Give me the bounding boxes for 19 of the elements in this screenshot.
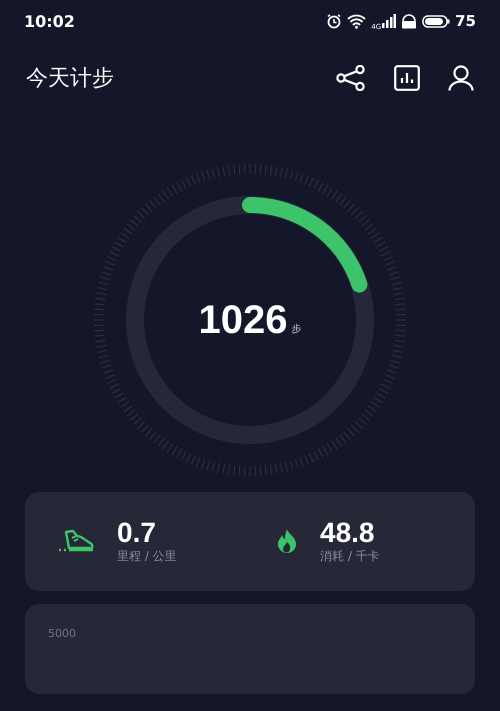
battery-icon <box>422 14 450 28</box>
stat-value: 48.8 <box>320 518 376 548</box>
stat-label: 里程 / 公里 <box>117 548 177 566</box>
alarm-icon <box>326 13 342 29</box>
stat-value: 0.7 <box>117 518 157 548</box>
status-time: 10:02 <box>24 12 75 30</box>
share-icon[interactable] <box>336 65 366 91</box>
battery-level: 75 <box>455 12 476 30</box>
axis-label: 5000 <box>48 627 76 640</box>
user-icon[interactable] <box>448 65 474 91</box>
step-count: 1026 <box>198 298 288 342</box>
step-unit: 步 <box>291 322 302 336</box>
signal-icon <box>382 14 396 28</box>
stat-label: 消耗 / 千卡 <box>320 548 380 566</box>
flame-icon <box>276 529 298 554</box>
chart-icon[interactable] <box>394 65 420 91</box>
shoe-icon <box>59 529 95 554</box>
wifi-icon <box>347 14 366 28</box>
page-title: 今天计步 <box>26 65 114 93</box>
